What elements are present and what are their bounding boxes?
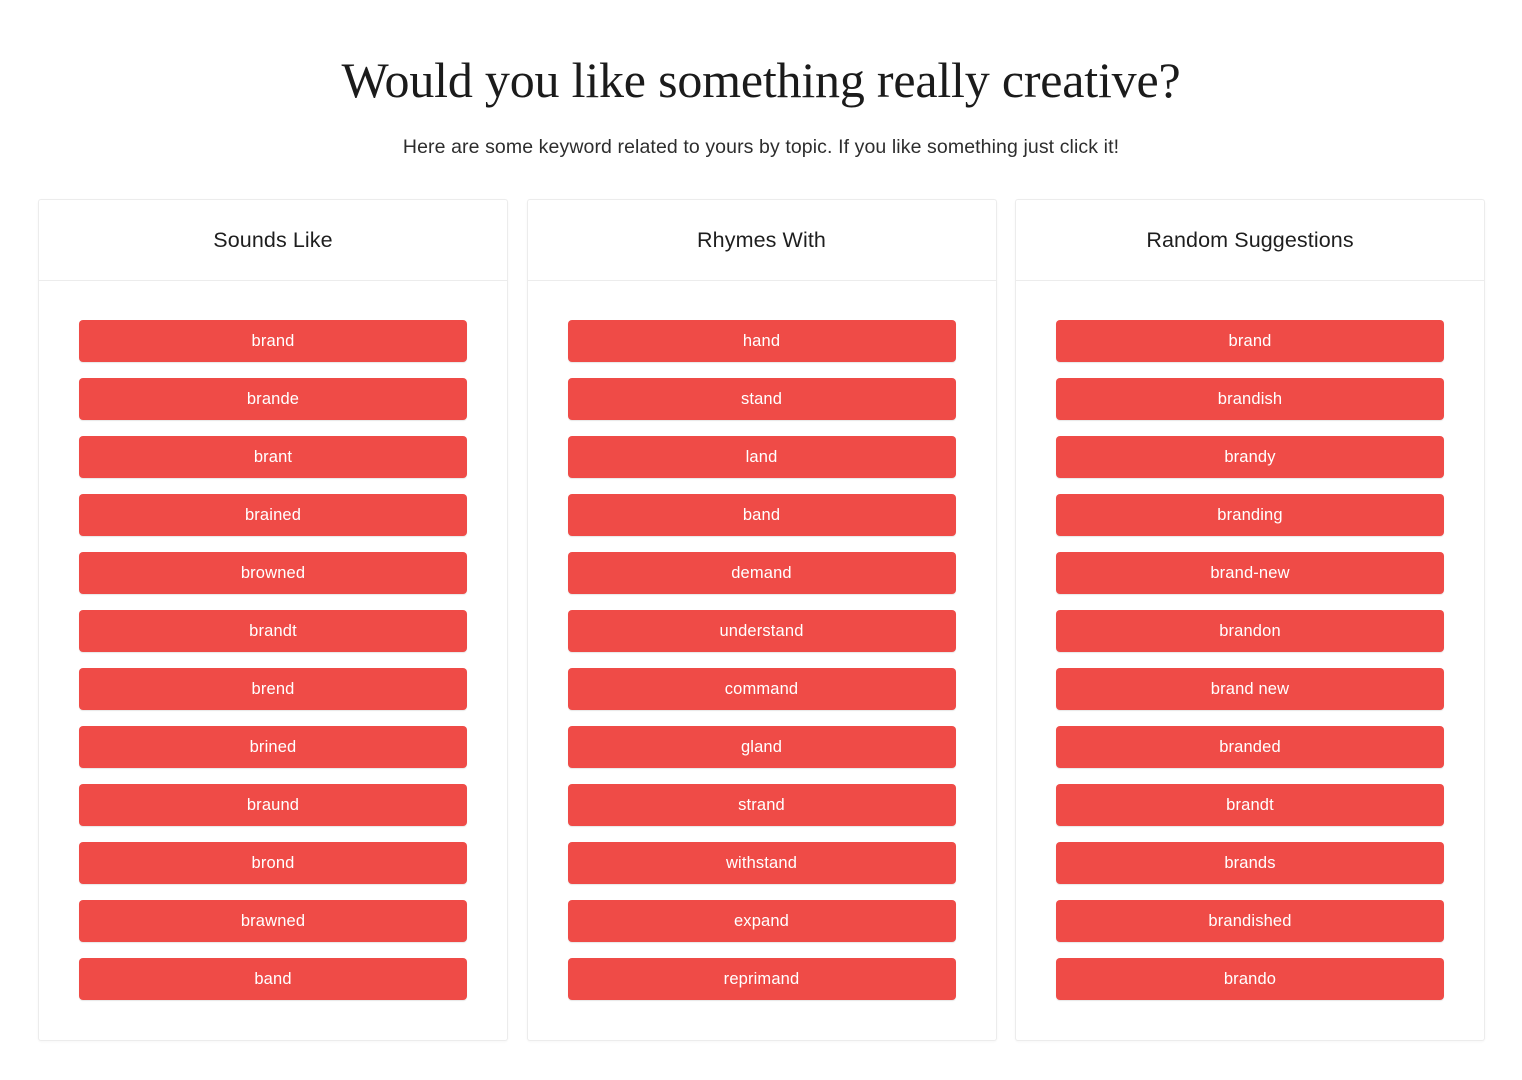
keyword-button[interactable]: brandt: [1056, 784, 1444, 826]
keyword-button[interactable]: brant: [79, 436, 467, 478]
keyword-button[interactable]: band: [79, 958, 467, 1000]
keyword-button[interactable]: brandon: [1056, 610, 1444, 652]
card-body-rhymes-with: hand stand land band demand understand c…: [528, 281, 996, 1040]
keyword-suggestions-page: Would you like something really creative…: [0, 0, 1522, 1080]
page-heading-block: Would you like something really creative…: [0, 0, 1522, 159]
keyword-button[interactable]: strand: [567, 784, 956, 826]
keyword-button[interactable]: band: [567, 494, 956, 536]
keyword-button[interactable]: gland: [567, 726, 956, 768]
keyword-button[interactable]: brando: [1056, 958, 1444, 1000]
keyword-button[interactable]: brand-new: [1056, 552, 1444, 594]
card-rhymes-with: Rhymes With hand stand land band demand …: [526, 199, 997, 1041]
keyword-button[interactable]: branded: [1056, 726, 1444, 768]
keyword-button[interactable]: land: [567, 436, 956, 478]
keyword-button[interactable]: brond: [79, 842, 467, 884]
keyword-button[interactable]: brined: [79, 726, 467, 768]
keyword-button[interactable]: reprimand: [567, 958, 956, 1000]
keyword-button[interactable]: understand: [567, 610, 956, 652]
keyword-button[interactable]: brawned: [79, 900, 467, 942]
suggestion-columns: Sounds Like brand brande brant brained b…: [38, 199, 1485, 1041]
card-title-random-suggestions: Random Suggestions: [1146, 227, 1354, 252]
keyword-button[interactable]: braund: [79, 784, 467, 826]
keyword-button[interactable]: hand: [567, 320, 956, 362]
card-title-sounds-like: Sounds Like: [213, 227, 333, 252]
keyword-button[interactable]: brands: [1056, 842, 1444, 884]
card-title-rhymes-with: Rhymes With: [697, 227, 826, 252]
keyword-button[interactable]: expand: [567, 900, 956, 942]
keyword-button[interactable]: branding: [1056, 494, 1444, 536]
keyword-button[interactable]: browned: [79, 552, 467, 594]
keyword-button[interactable]: brand new: [1056, 668, 1444, 710]
keyword-button[interactable]: brandished: [1056, 900, 1444, 942]
card-sounds-like: Sounds Like brand brande brant brained b…: [38, 199, 508, 1041]
keyword-button[interactable]: brand: [79, 320, 467, 362]
keyword-button[interactable]: brend: [79, 668, 467, 710]
keyword-button[interactable]: brand: [1056, 320, 1444, 362]
card-header-random-suggestions: Random Suggestions: [1016, 200, 1484, 281]
keyword-button[interactable]: stand: [567, 378, 956, 420]
page-subtitle: Here are some keyword related to yours b…: [402, 135, 1120, 158]
page-title: Would you like something really creative…: [341, 52, 1181, 108]
keyword-button[interactable]: withstand: [567, 842, 956, 884]
keyword-button[interactable]: command: [567, 668, 956, 710]
card-header-sounds-like: Sounds Like: [39, 200, 507, 281]
card-body-random-suggestions: brand brandish brandy branding brand-new…: [1016, 281, 1484, 1040]
keyword-button[interactable]: brandish: [1056, 378, 1444, 420]
keyword-button[interactable]: demand: [567, 552, 956, 594]
card-random-suggestions: Random Suggestions brand brandish brandy…: [1015, 199, 1485, 1041]
keyword-button[interactable]: brandy: [1056, 436, 1444, 478]
card-body-sounds-like: brand brande brant brained browned brand…: [39, 281, 507, 1040]
keyword-button[interactable]: brande: [79, 378, 467, 420]
card-header-rhymes-with: Rhymes With: [527, 200, 996, 281]
keyword-button[interactable]: brandt: [79, 610, 467, 652]
keyword-button[interactable]: brained: [79, 494, 467, 536]
